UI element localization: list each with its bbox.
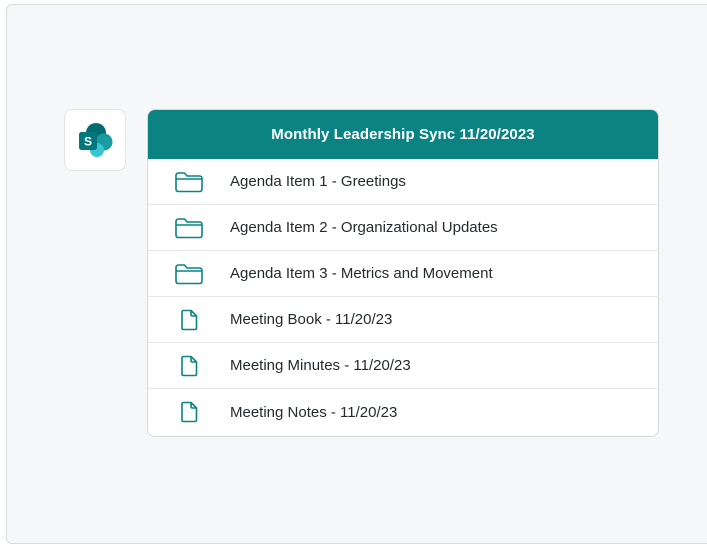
file-row[interactable]: Meeting Book - 11/20/23 (148, 297, 658, 343)
folder-row[interactable]: Agenda Item 2 - Organizational Updates (148, 205, 658, 251)
item-label: Meeting Book - 11/20/23 (230, 311, 393, 328)
file-row[interactable]: Meeting Notes - 11/20/23 (148, 389, 658, 435)
item-label: Agenda Item 2 - Organizational Updates (230, 219, 498, 236)
document-icon (148, 309, 230, 331)
sharepoint-app-tile[interactable]: S (64, 109, 126, 171)
file-row[interactable]: Meeting Minutes - 11/20/23 (148, 343, 658, 389)
sharepoint-logo-letter: S (84, 135, 92, 149)
item-label: Meeting Minutes - 11/20/23 (230, 357, 411, 374)
item-label: Agenda Item 1 - Greetings (230, 173, 406, 190)
library-card: Monthly Leadership Sync 11/20/2023 Agend… (147, 109, 659, 437)
sharepoint-icon: S (79, 123, 113, 157)
document-icon (148, 355, 230, 377)
folder-row[interactable]: Agenda Item 3 - Metrics and Movement (148, 251, 658, 297)
document-icon (148, 401, 230, 423)
item-label: Meeting Notes - 11/20/23 (230, 403, 398, 421)
card-title: Monthly Leadership Sync 11/20/2023 (148, 110, 658, 159)
item-label: Agenda Item 3 - Metrics and Movement (230, 265, 493, 282)
folder-row[interactable]: Agenda Item 1 - Greetings (148, 159, 658, 205)
folder-icon (148, 171, 230, 193)
folder-icon (148, 263, 230, 285)
item-list: Agenda Item 1 - Greetings Agenda Item 2 -… (148, 159, 658, 435)
folder-icon (148, 217, 230, 239)
